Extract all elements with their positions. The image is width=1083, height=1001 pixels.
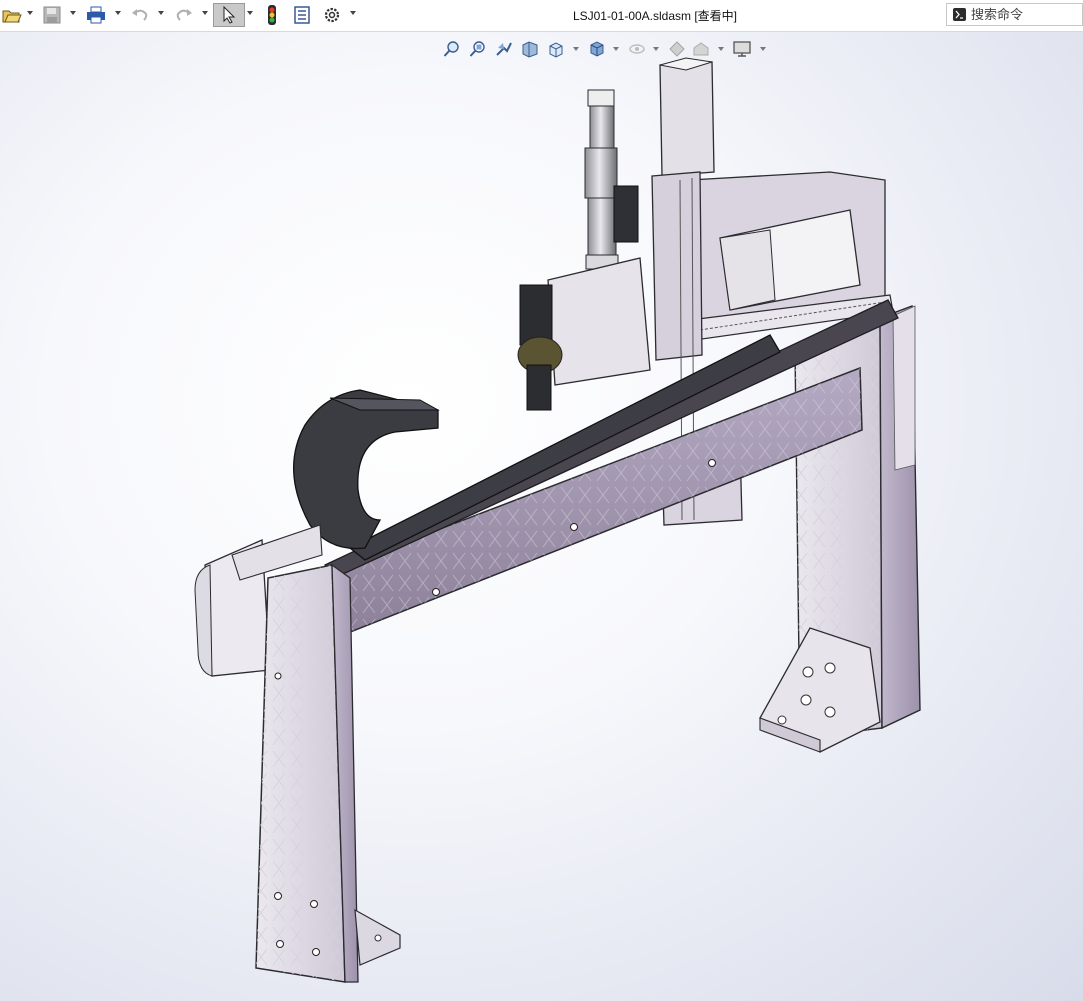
undo-dropdown-arrow[interactable] [158,11,164,15]
select-button[interactable] [213,3,245,27]
save-button[interactable] [40,3,64,27]
search-commands[interactable] [946,3,1083,26]
options-icon [324,7,340,23]
rebuild-button[interactable] [260,3,284,27]
rebuild-icon [268,5,276,25]
redo-icon [176,9,192,21]
cylinder-head[interactable] [517,89,651,411]
document-title: LSJ01-01-00A.sldasm [查看中] [572,9,738,23]
print-icon [87,6,105,24]
open-dropdown-arrow[interactable] [27,11,33,15]
top-toolbar: LSJ01-01-00A.sldasm [查看中] [0,0,1083,32]
save-dropdown-arrow[interactable] [70,11,76,15]
print-button[interactable] [84,3,108,27]
options-button[interactable] [320,3,344,27]
file-properties-icon [294,6,310,24]
graphics-area[interactable] [0,32,1083,1001]
redo-dropdown-arrow[interactable] [202,11,208,15]
undo-icon [132,9,148,21]
command-prompt-icon [953,8,966,21]
select-dropdown-arrow[interactable] [247,11,253,15]
file-properties-button[interactable] [290,3,314,27]
save-icon [43,6,61,24]
right-foot-bracket [759,627,881,753]
open-icon [2,10,22,23]
left-foot-bracket [354,908,401,966]
left-column[interactable] [255,563,401,983]
undo-button[interactable] [128,3,152,27]
redo-button[interactable] [172,3,196,27]
options-dropdown-arrow[interactable] [350,11,356,15]
search-input[interactable] [971,6,1079,23]
print-dropdown-arrow[interactable] [115,11,121,15]
right-column[interactable] [759,304,921,753]
select-icon [223,6,236,24]
assembly-model[interactable] [0,32,1083,1001]
open-button[interactable] [0,3,24,27]
